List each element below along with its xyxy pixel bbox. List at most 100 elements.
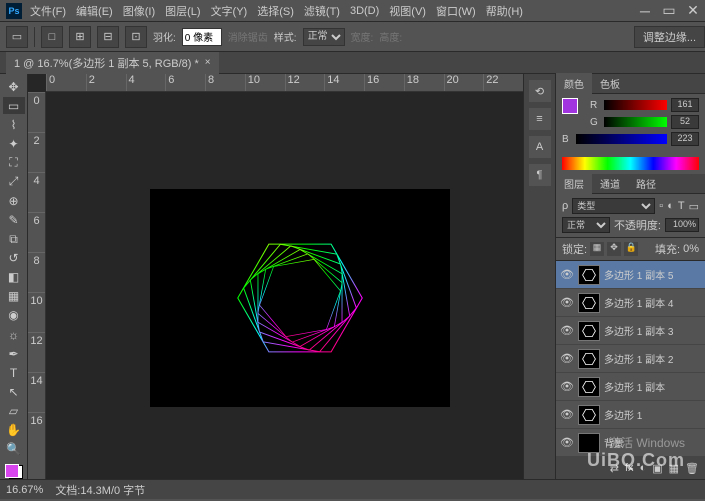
- color-tab[interactable]: 颜色: [556, 73, 592, 94]
- layer-thumbnail[interactable]: [578, 377, 600, 397]
- history-brush-tool[interactable]: ↺: [3, 250, 25, 267]
- feather-input[interactable]: [182, 28, 222, 46]
- path-tool[interactable]: ↖: [3, 383, 25, 400]
- menu-layer[interactable]: 图层(L): [165, 3, 200, 19]
- g-value[interactable]: 52: [671, 115, 699, 129]
- add-selection-icon[interactable]: ⊞: [69, 26, 91, 48]
- blur-tool[interactable]: ◉: [3, 307, 25, 324]
- stamp-tool[interactable]: ⧉: [3, 231, 25, 248]
- healing-tool[interactable]: ⊕: [3, 192, 25, 209]
- lasso-tool[interactable]: ⌇: [3, 116, 25, 133]
- layer-row[interactable]: 👁 多边形 1 副本 4: [556, 289, 705, 317]
- menu-edit[interactable]: 编辑(E): [76, 3, 113, 19]
- move-tool[interactable]: ✥: [3, 78, 25, 95]
- layer-thumbnail[interactable]: [578, 405, 600, 425]
- layer-row[interactable]: 👁 多边形 1 副本 3: [556, 317, 705, 345]
- close-tab-icon[interactable]: ×: [205, 57, 211, 68]
- kind-select[interactable]: 类型: [572, 198, 655, 214]
- lock-all-icon[interactable]: 🔒: [624, 242, 638, 256]
- layer-row[interactable]: 👁 多边形 1 副本 5: [556, 261, 705, 289]
- channels-tab[interactable]: 通道: [592, 173, 628, 194]
- wand-tool[interactable]: ✦: [3, 135, 25, 152]
- layer-name[interactable]: 多边形 1: [604, 407, 701, 422]
- menu-window[interactable]: 窗口(W): [436, 3, 476, 19]
- layer-row[interactable]: 👁 多边形 1: [556, 401, 705, 429]
- layer-thumbnail[interactable]: [578, 321, 600, 341]
- history-panel-icon[interactable]: ⟲: [529, 80, 551, 102]
- b-value[interactable]: 223: [671, 132, 699, 146]
- r-value[interactable]: 161: [671, 98, 699, 112]
- blend-mode-select[interactable]: 正常: [562, 217, 610, 233]
- visibility-icon[interactable]: 👁: [560, 408, 574, 421]
- visibility-icon[interactable]: 👁: [560, 436, 574, 449]
- swatches-tab[interactable]: 色板: [592, 73, 628, 94]
- b-slider[interactable]: [576, 134, 667, 144]
- layer-name[interactable]: 多边形 1 副本 5: [604, 267, 701, 282]
- paths-tab[interactable]: 路径: [628, 173, 664, 194]
- g-slider[interactable]: [604, 117, 667, 127]
- character-panel-icon[interactable]: A: [529, 136, 551, 158]
- eyedropper-tool[interactable]: ⤢: [3, 173, 25, 190]
- menu-view[interactable]: 视图(V): [389, 3, 426, 19]
- menu-image[interactable]: 图像(I): [123, 3, 155, 19]
- visibility-icon[interactable]: 👁: [560, 352, 574, 365]
- style-label: 样式:: [274, 29, 297, 44]
- b-label: B: [562, 134, 572, 145]
- marquee-tool[interactable]: ▭: [3, 97, 25, 114]
- layer-name[interactable]: 多边形 1 副本 4: [604, 295, 701, 310]
- visibility-icon[interactable]: 👁: [560, 324, 574, 337]
- color-swatch[interactable]: [5, 464, 23, 479]
- document-tab[interactable]: 1 @ 16.7%(多边形 1 副本 5, RGB/8) * ×: [6, 52, 219, 74]
- pen-tool[interactable]: ✒: [3, 345, 25, 362]
- menu-select[interactable]: 选择(S): [257, 3, 294, 19]
- dodge-tool[interactable]: ☼: [3, 326, 25, 343]
- menu-filter[interactable]: 滤镜(T): [304, 3, 340, 19]
- subtract-selection-icon[interactable]: ⊟: [97, 26, 119, 48]
- artboard[interactable]: [150, 189, 450, 407]
- style-select[interactable]: 正常: [303, 28, 345, 46]
- close-button[interactable]: ✕: [681, 1, 705, 21]
- intersect-selection-icon[interactable]: ⊡: [125, 26, 147, 48]
- menu-3d[interactable]: 3D(D): [350, 5, 379, 17]
- refine-edge-button[interactable]: 调整边缘...: [634, 26, 705, 48]
- menu-file[interactable]: 文件(F): [30, 3, 66, 19]
- zoom-tool[interactable]: 🔍: [3, 440, 25, 457]
- layer-name[interactable]: 多边形 1 副本 3: [604, 323, 701, 338]
- layer-name[interactable]: 多边形 1 副本: [604, 379, 701, 394]
- visibility-icon[interactable]: 👁: [560, 296, 574, 309]
- new-selection-icon[interactable]: □: [41, 26, 63, 48]
- spectrum-bar[interactable]: [562, 157, 699, 170]
- zoom-level[interactable]: 16.67%: [6, 484, 43, 496]
- opacity-value[interactable]: 100%: [665, 218, 699, 232]
- minimize-button[interactable]: ─: [633, 1, 657, 21]
- lock-position-icon[interactable]: ✥: [607, 242, 621, 256]
- marquee-tool-icon[interactable]: ▭: [6, 26, 28, 48]
- type-tool[interactable]: T: [3, 364, 25, 381]
- menu-type[interactable]: 文字(Y): [211, 3, 248, 19]
- properties-panel-icon[interactable]: ≡: [529, 108, 551, 130]
- fill-value[interactable]: 0%: [683, 243, 699, 255]
- visibility-icon[interactable]: 👁: [560, 380, 574, 393]
- visibility-icon[interactable]: 👁: [560, 268, 574, 281]
- crop-tool[interactable]: ⛶: [3, 154, 25, 171]
- layer-row[interactable]: 👁 多边形 1 副本 2: [556, 345, 705, 373]
- layer-thumbnail[interactable]: [578, 349, 600, 369]
- layers-tab[interactable]: 图层: [556, 173, 592, 194]
- lock-pixels-icon[interactable]: ▦: [590, 242, 604, 256]
- layer-name[interactable]: 多边形 1 副本 2: [604, 351, 701, 366]
- shape-tool[interactable]: ▱: [3, 402, 25, 419]
- hand-tool[interactable]: ✋: [3, 421, 25, 438]
- delete-layer-icon[interactable]: 🗑: [685, 462, 699, 475]
- paragraph-panel-icon[interactable]: ¶: [529, 164, 551, 186]
- gradient-tool[interactable]: ▦: [3, 288, 25, 305]
- r-slider[interactable]: [604, 100, 667, 110]
- menu-help[interactable]: 帮助(H): [486, 3, 523, 19]
- layer-thumbnail[interactable]: [578, 265, 600, 285]
- color-preview[interactable]: [562, 98, 584, 120]
- eraser-tool[interactable]: ◧: [3, 269, 25, 286]
- layer-thumbnail[interactable]: [578, 293, 600, 313]
- canvas-area[interactable]: 0246810121416182022 0246810121416: [28, 74, 523, 479]
- maximize-button[interactable]: ▭: [657, 1, 681, 21]
- layer-row[interactable]: 👁 多边形 1 副本: [556, 373, 705, 401]
- brush-tool[interactable]: ✎: [3, 212, 25, 229]
